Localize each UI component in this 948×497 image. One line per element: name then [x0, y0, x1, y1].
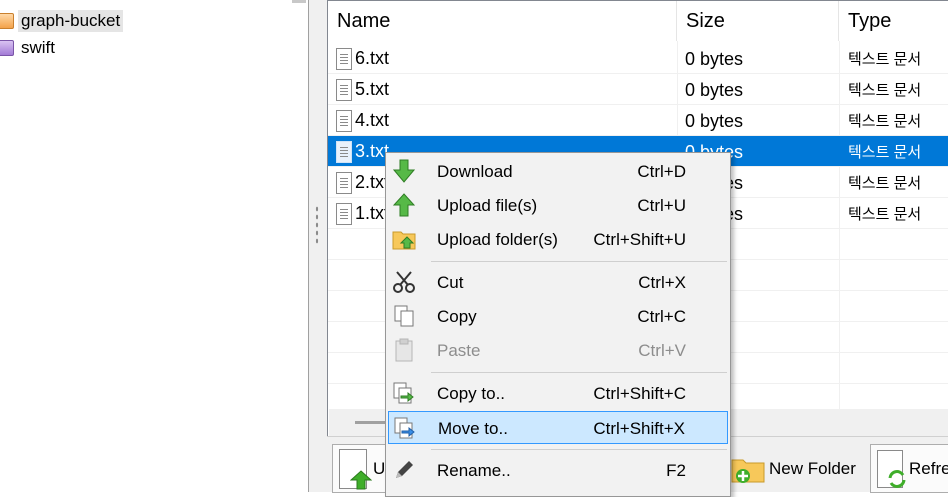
menu-item-label: Cut — [437, 272, 464, 292]
file-size: 0 bytes — [685, 111, 744, 131]
menu-item-label: Rename.. — [437, 460, 511, 480]
menu-item-rename[interactable]: Rename.. F2 — [388, 454, 728, 487]
file-name: 5.txt — [355, 79, 390, 99]
copy-icon — [391, 304, 417, 328]
bucket-tree-pane[interactable]: graph-bucket swift — [0, 0, 309, 492]
menu-item-label: Copy to.. — [437, 383, 506, 403]
tree-item-label: graph-bucket — [18, 10, 124, 32]
upload-arrow-icon — [391, 193, 417, 217]
text-file-icon — [336, 202, 352, 225]
text-file-icon — [336, 109, 352, 132]
menu-item-shortcut: Ctrl+Shift+U — [593, 229, 686, 249]
text-file-icon — [336, 171, 352, 194]
menu-item-move-to[interactable]: Move to.. Ctrl+Shift+X — [388, 411, 728, 444]
tree-item-graph-bucket[interactable]: graph-bucket — [0, 9, 124, 33]
menu-item-paste[interactable]: Paste Ctrl+V — [388, 334, 728, 367]
menu-item-copy-to[interactable]: Copy to.. Ctrl+Shift+C — [388, 377, 728, 410]
menu-item-label: Copy — [437, 306, 477, 326]
text-file-icon — [336, 47, 352, 70]
file-name: 4.txt — [355, 110, 390, 130]
column-header-type[interactable]: Type — [839, 1, 948, 41]
file-type: 텍스트 문서 — [848, 144, 922, 161]
menu-item-label: Upload folder(s) — [437, 229, 558, 249]
file-row[interactable]: 6.txt 0 bytes 텍스트 문서 — [328, 43, 948, 74]
menu-item-copy[interactable]: Copy Ctrl+C — [388, 300, 728, 333]
file-name: 2.txt — [355, 172, 390, 192]
file-name: 3.txt — [355, 141, 390, 161]
file-size: 0 bytes — [685, 80, 744, 100]
upload-document-icon — [339, 448, 372, 489]
menu-item-shortcut: Ctrl+C — [637, 306, 686, 326]
menu-item-shortcut: Ctrl+Shift+C — [593, 383, 686, 403]
text-file-icon — [336, 78, 352, 101]
menu-item-shortcut: F2 — [666, 460, 686, 480]
column-header-name[interactable]: Name — [328, 1, 677, 41]
menu-item-upload-files[interactable]: Upload file(s) Ctrl+U — [388, 189, 728, 222]
file-size: 0 bytes — [685, 49, 744, 69]
text-file-icon — [336, 140, 352, 163]
column-header-size[interactable]: Size — [677, 1, 839, 41]
tree-item-swift[interactable]: swift — [0, 36, 58, 60]
copy-to-icon — [391, 381, 417, 405]
new-folder-icon — [731, 459, 765, 483]
file-type: 텍스트 문서 — [848, 82, 922, 99]
menu-item-shortcut: Ctrl+U — [637, 195, 686, 215]
splitter-grip-icon — [315, 205, 319, 245]
menu-item-label: Download — [437, 161, 513, 181]
bucket-icon — [0, 40, 14, 56]
upload-button[interactable]: Upload — [332, 444, 388, 493]
menu-item-shortcut: Ctrl+D — [637, 161, 686, 181]
file-name: 1.txt — [355, 203, 390, 223]
file-type: 텍스트 문서 — [848, 175, 922, 192]
menu-item-label: Paste — [437, 340, 481, 360]
upload-folder-icon — [391, 227, 417, 251]
menu-item-shortcut: Ctrl+Shift+X — [593, 418, 685, 438]
pencil-icon — [391, 458, 417, 482]
file-type: 텍스트 문서 — [848, 206, 922, 223]
refresh-label: Refresh — [909, 458, 948, 478]
menu-separator — [431, 449, 727, 450]
bucket-icon — [0, 13, 14, 29]
context-menu: Download Ctrl+D Upload file(s) Ctrl+U Up… — [385, 152, 731, 497]
green-up-arrow-icon — [350, 469, 372, 489]
file-row[interactable]: 4.txt 0 bytes 텍스트 문서 — [328, 105, 948, 136]
menu-item-cut[interactable]: Cut Ctrl+X — [388, 266, 728, 299]
file-name: 6.txt — [355, 48, 390, 68]
tree-item-label: swift — [21, 38, 55, 57]
new-folder-label: New Folder — [769, 458, 856, 478]
refresh-document-icon — [877, 449, 906, 488]
menu-item-label: Upload file(s) — [437, 195, 538, 215]
green-refresh-arrows-icon — [888, 469, 906, 488]
menu-item-shortcut: Ctrl+V — [638, 340, 686, 360]
menu-separator — [431, 372, 727, 373]
menu-separator — [431, 261, 727, 262]
file-type: 텍스트 문서 — [848, 113, 922, 130]
menu-item-shortcut: Ctrl+X — [638, 272, 686, 292]
menu-item-upload-folders[interactable]: Upload folder(s) Ctrl+Shift+U — [388, 223, 728, 256]
refresh-button[interactable]: Refresh — [870, 444, 948, 493]
menu-item-download[interactable]: Download Ctrl+D — [388, 155, 728, 188]
new-folder-button[interactable]: New Folder — [729, 444, 866, 493]
paste-icon — [391, 338, 417, 362]
file-row[interactable]: 5.txt 0 bytes 텍스트 문서 — [328, 74, 948, 105]
tree-scroll-stub — [292, 0, 306, 3]
scissors-icon — [391, 270, 417, 294]
file-type: 텍스트 문서 — [848, 51, 922, 68]
menu-item-label: Move to.. — [438, 418, 508, 438]
pane-splitter[interactable] — [309, 0, 327, 492]
move-to-icon — [392, 416, 418, 440]
download-arrow-icon — [391, 159, 417, 183]
